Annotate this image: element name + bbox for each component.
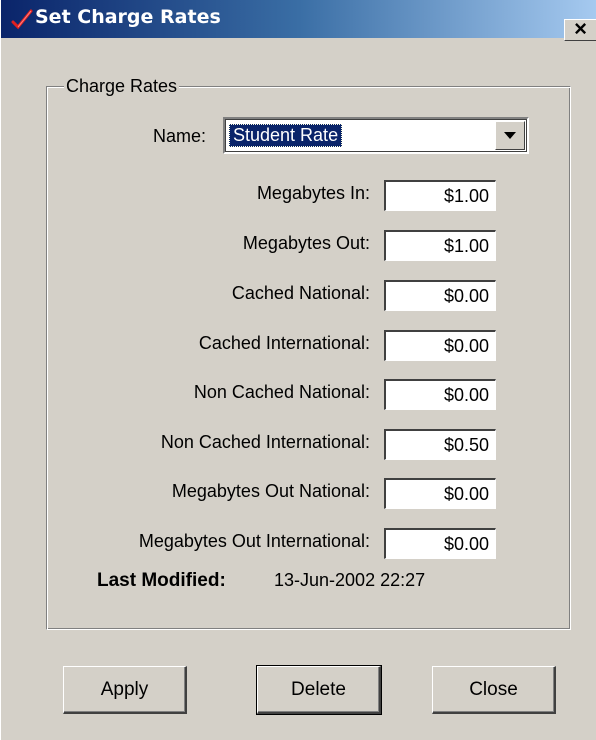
megabytes-out-national-label: Megabytes Out National: [171,481,370,501]
non-cached-international-label: Non Cached International: [160,432,370,452]
megabytes-in-label: Megabytes In: [256,183,370,203]
close-icon[interactable]: × [564,18,596,41]
name-dropdown-value: Student Rate [229,124,343,147]
window-title: Set Charge Rates [35,6,221,28]
cached-international-field[interactable]: $0.00 [384,330,496,361]
title-bar[interactable]: Set Charge Rates [1,0,596,38]
name-dropdown[interactable]: Student Rate [223,117,529,154]
checkmark-icon [11,9,33,30]
chevron-down-icon[interactable] [495,121,525,150]
megabytes-out-national-field[interactable]: $0.00 [384,478,496,509]
cached-national-label: Cached National: [231,283,370,303]
last-modified-label: Last Modified: [97,570,226,591]
non-cached-national-label: Non Cached National: [193,382,370,402]
megabytes-out-label: Megabytes Out: [242,233,370,253]
non-cached-international-field[interactable]: $0.50 [384,429,496,460]
apply-button[interactable]: Apply [63,666,187,714]
megabytes-out-international-field[interactable]: $0.00 [384,528,496,559]
close-button[interactable]: Close [432,666,556,714]
group-legend: Charge Rates [64,76,180,97]
delete-button[interactable]: Delete [256,665,382,715]
megabytes-in-field[interactable]: $1.00 [384,180,496,211]
last-modified-value: 13-Jun-2002 22:27 [274,570,426,590]
name-label: Name: [152,126,206,146]
cached-national-field[interactable]: $0.00 [384,280,496,311]
cached-international-label: Cached International: [198,333,370,353]
non-cached-national-field[interactable]: $0.00 [384,379,496,410]
megabytes-out-international-label: Megabytes Out International: [138,531,370,551]
megabytes-out-field[interactable]: $1.00 [384,230,496,261]
dialog-window: Set Charge Rates × Charge Rates Name: St… [0,0,596,740]
